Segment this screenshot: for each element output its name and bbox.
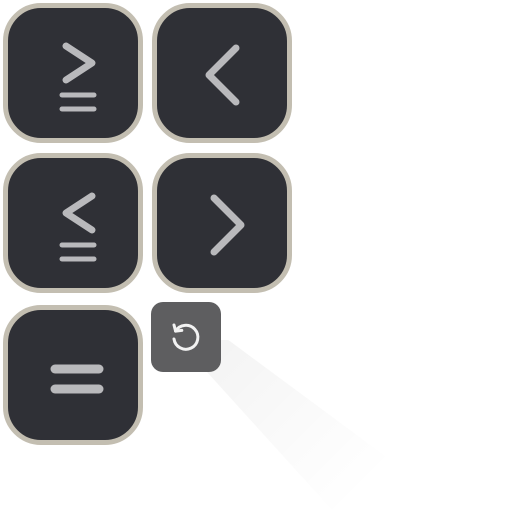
chevron-left-icon [205, 44, 240, 106]
reset-button[interactable] [151, 302, 221, 372]
comparison-keypad [0, 0, 512, 512]
reset-icon [172, 323, 200, 351]
less-equal-key[interactable] [3, 153, 143, 293]
equals-key[interactable] [3, 305, 143, 445]
greater-than-key[interactable] [152, 153, 292, 293]
less-than-or-equal-icon [59, 192, 97, 262]
equals-icon [50, 364, 104, 394]
greater-equal-key[interactable] [3, 3, 143, 143]
less-than-key[interactable] [152, 3, 292, 143]
chevron-right-icon [210, 194, 245, 256]
greater-than-or-equal-icon [59, 42, 97, 112]
